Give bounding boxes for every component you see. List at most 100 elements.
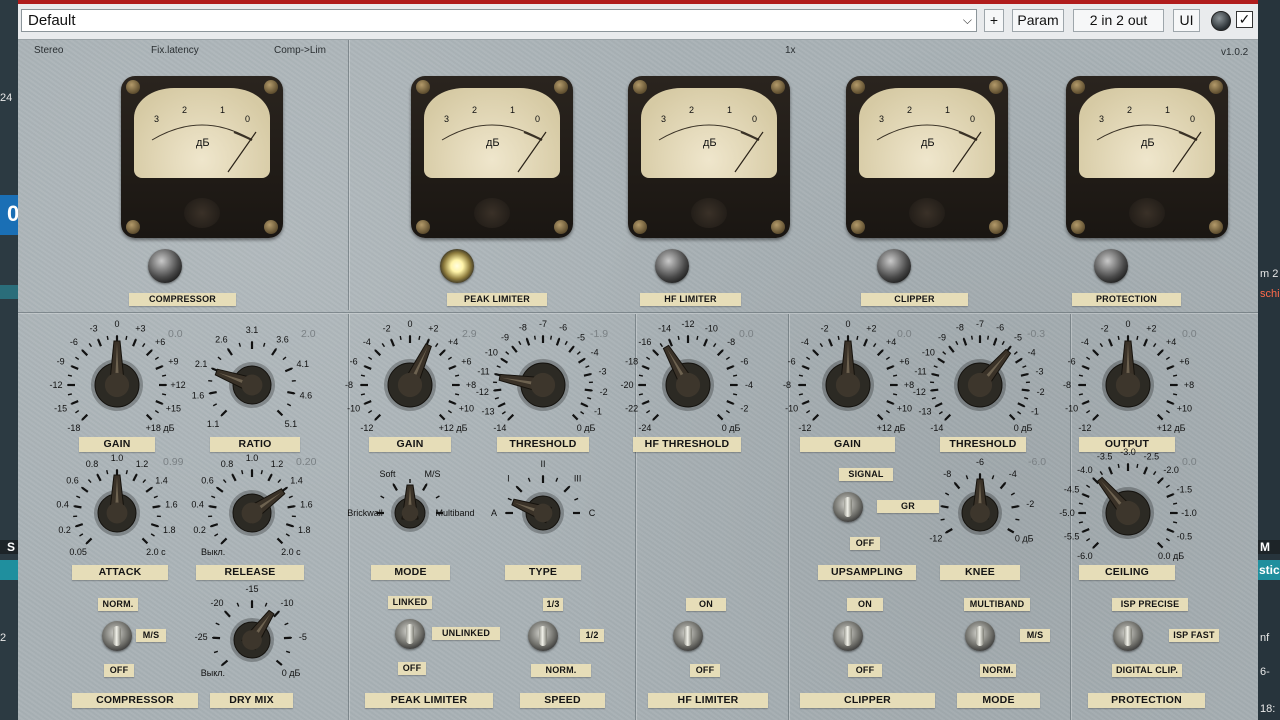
host-text: nf — [1260, 632, 1270, 644]
power-knob-icon[interactable] — [1211, 11, 1231, 31]
screw-icon — [1071, 80, 1085, 94]
meter-mark: 3 — [661, 114, 666, 124]
knob-tick-label: 0 — [845, 319, 850, 329]
knob-tick-label: -6 — [559, 322, 567, 332]
knob-tick-label: -7 — [976, 319, 984, 329]
knob-tick-label: -8 — [727, 337, 735, 347]
screw-icon — [1071, 220, 1085, 234]
knob-tick-label: A — [491, 508, 497, 518]
host-text: 18: — [1260, 703, 1276, 715]
knob-tick-label: 0 дБ — [282, 668, 301, 678]
cl-mode-toggle-switch[interactable] — [965, 621, 995, 651]
host-track-strip[interactable]: M — [1258, 540, 1280, 554]
host-text: 6- — [1260, 666, 1270, 678]
host-blue-tile[interactable]: 0 — [0, 195, 19, 235]
meter-scale: 3 2 1 0 дБ — [151, 105, 257, 173]
knob-tick-label: -7 — [539, 319, 547, 329]
knob-tick-label: 0.6 — [201, 476, 214, 486]
screw-icon — [633, 80, 647, 94]
cl-onoff-toggle-switch[interactable] — [833, 621, 863, 651]
enable-checkbox[interactable]: ✓ — [1236, 11, 1253, 28]
oversample-label[interactable]: 1x — [785, 45, 796, 56]
screw-icon — [264, 80, 278, 94]
knob-tick-label: M/S — [424, 469, 440, 479]
meter-adjust-screw — [1129, 198, 1165, 228]
meter-mark: 0 — [535, 114, 540, 124]
add-preset-button[interactable]: + — [984, 9, 1004, 32]
knob-tick-label: 3.6 — [276, 334, 289, 344]
knob-tick-label: 0 — [407, 319, 412, 329]
knob-tick-label: -5.0 — [1059, 508, 1075, 518]
comp-mode-toggle-switch[interactable] — [102, 621, 132, 651]
knob-tick-label: -10 — [280, 598, 293, 608]
toggle-lever-icon — [844, 626, 852, 646]
pl-speed-toggle-switch[interactable] — [528, 621, 558, 651]
host-track-strip[interactable] — [0, 560, 18, 580]
param-button[interactable]: Param — [1012, 9, 1064, 32]
meter-mark: 1 — [945, 105, 950, 115]
knob-tick-label: Multiband — [435, 508, 474, 518]
knob-tick-label: -0.5 — [1177, 531, 1193, 541]
io-config-button[interactable]: 2 in 2 out — [1073, 9, 1164, 32]
knob-tick-label: -12 — [360, 423, 373, 433]
knob-tick-label: -13 — [919, 406, 932, 416]
knob-tick-label: 1.2 — [271, 459, 284, 469]
knob-tick-label: -8 — [345, 380, 353, 390]
knob-tick-label: +3 — [135, 324, 145, 334]
knob-tick-label: -2 — [740, 403, 748, 413]
meter-mark: 0 — [970, 114, 975, 124]
pl-link-toggle-switch[interactable] — [395, 619, 425, 649]
knob-tick-label: 0 — [1125, 319, 1130, 329]
knob-tick-label: -6 — [740, 357, 748, 367]
pr-isp-top-label: ISP PRECISE — [1112, 598, 1188, 611]
latency-label[interactable]: Fix.latency — [151, 45, 199, 56]
comp-mode-bottom-label: OFF — [104, 664, 134, 677]
pl-speed-top-label: 1/3 — [543, 598, 563, 611]
knob-tick-label: -1.0 — [1181, 508, 1197, 518]
meter-unit: дБ — [921, 137, 935, 149]
dry-mix-knob[interactable]: Выкл. -25 -20 -15 -10 -5 0 дБ — [180, 568, 324, 712]
knob-tick-label: -1 — [594, 406, 602, 416]
host-track-strip[interactable] — [0, 285, 18, 299]
knob-tick-label: +4 — [448, 337, 458, 347]
knob-tick-label: -20 — [210, 598, 223, 608]
meter-mark: 2 — [472, 105, 477, 115]
knob-tick-label: -14 — [658, 324, 671, 334]
cl-threshold-value: -0.3 — [1027, 328, 1046, 340]
comp-mode-label: COMPRESSOR — [72, 693, 198, 708]
knob-tick-label: +2 — [1146, 324, 1156, 334]
toggle-lever-icon — [684, 626, 692, 646]
knob-tick-label: 2.6 — [215, 334, 228, 344]
vu-meter: 3 2 1 0 дБ — [1066, 76, 1228, 238]
knob-tick-label: 4.6 — [300, 391, 313, 401]
pr-output-value: 0.0 — [1182, 328, 1197, 340]
pl-type-knob[interactable]: A I II III C — [473, 443, 613, 583]
knob-tick-label: -12 — [929, 534, 942, 544]
pl-mode-label: MODE — [371, 565, 450, 580]
host-track-strip[interactable]: stic — [1258, 560, 1280, 580]
knob-tick-label: -2 — [1037, 387, 1045, 397]
knob-tick-label: -4 — [363, 337, 371, 347]
chain-label[interactable]: Comp->Lim — [274, 45, 326, 56]
knob-tick-label: -4 — [1028, 348, 1036, 358]
knob-tick-label: C — [589, 508, 596, 518]
knob-tick-label: 0.4 — [191, 499, 204, 509]
pr-isp-toggle-switch[interactable] — [1113, 621, 1143, 651]
cl-signal-toggle-switch[interactable] — [833, 492, 863, 522]
meter-mark: 2 — [182, 105, 187, 115]
stereo-label[interactable]: Stereo — [34, 45, 63, 56]
screw-icon — [989, 80, 1003, 94]
knob-tick-label: 0 — [114, 319, 119, 329]
toggle-lever-icon — [406, 624, 414, 644]
knob-tick-label: -12 — [49, 380, 62, 390]
screw-icon — [416, 220, 430, 234]
preset-dropdown[interactable]: Default ⌵ — [21, 9, 977, 32]
pl-mode-knob[interactable]: Brickwall Soft M/S Multiband — [344, 447, 476, 579]
knob-tick-label: -9 — [501, 332, 509, 342]
ui-button[interactable]: UI — [1173, 9, 1200, 32]
host-track-strip[interactable]: S — [0, 540, 18, 554]
host-text: m 2 — [1260, 268, 1279, 280]
knob-tick-label: -12 — [476, 387, 489, 397]
hf-onoff-toggle-switch[interactable] — [673, 621, 703, 651]
vu-meter: 3 2 1 0 дБ — [846, 76, 1008, 238]
